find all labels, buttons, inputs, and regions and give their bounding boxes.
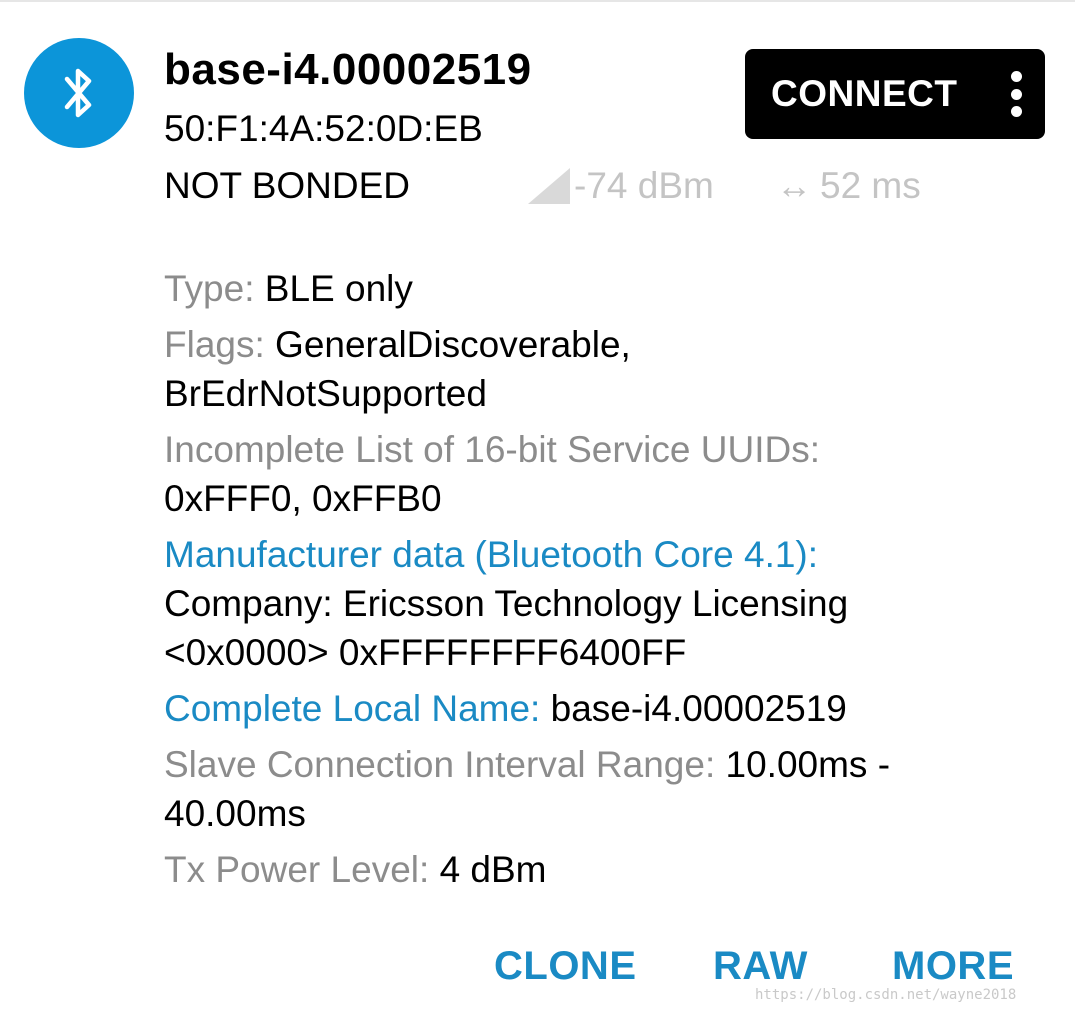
uuids-label: Incomplete List of 16-bit Service UUIDs: bbox=[164, 429, 820, 470]
detail-local-name[interactable]: Complete Local Name: base-i4.00002519 bbox=[164, 684, 1044, 733]
slave-interval-value-line2: 40.00ms bbox=[164, 793, 306, 834]
bluetooth-icon bbox=[24, 38, 134, 148]
type-value: BLE only bbox=[264, 268, 413, 309]
advertising-interval: ↔ 52 ms bbox=[776, 163, 921, 209]
card-actions: CLONE RAW MORE bbox=[0, 938, 1075, 994]
local-name-label[interactable]: Complete Local Name: bbox=[164, 688, 540, 729]
top-divider bbox=[0, 0, 1075, 2]
manufacturer-data-label[interactable]: Manufacturer data (Bluetooth Core 4.1): bbox=[164, 534, 818, 575]
detail-flags: Flags: GeneralDiscoverable, BrEdrNotSupp… bbox=[164, 320, 1044, 418]
flags-value-line1: GeneralDiscoverable, bbox=[275, 324, 631, 365]
watermark: https://blog.csdn.net/wayne2018 bbox=[755, 987, 1017, 1003]
raw-button[interactable]: RAW bbox=[713, 938, 808, 994]
type-label: Type: bbox=[164, 268, 255, 309]
device-name: base-i4.00002519 bbox=[164, 45, 532, 94]
connect-button[interactable]: CONNECT bbox=[745, 49, 1045, 139]
bluetooth-glyph bbox=[64, 68, 92, 118]
detail-manufacturer-data[interactable]: Manufacturer data (Bluetooth Core 4.1): … bbox=[164, 530, 1044, 677]
clone-button[interactable]: CLONE bbox=[494, 938, 637, 994]
tx-power-label: Tx Power Level: bbox=[164, 849, 430, 890]
interval-arrows-icon: ↔ bbox=[776, 165, 812, 206]
rssi-indicator: -74 dBm bbox=[528, 163, 714, 209]
flags-label: Flags: bbox=[164, 324, 265, 365]
manufacturer-payload: <0x0000> 0xFFFFFFFF6400FF bbox=[164, 632, 687, 673]
signal-strength-icon bbox=[528, 168, 570, 204]
bond-state: NOT BONDED bbox=[164, 165, 411, 206]
tx-power-value: 4 dBm bbox=[439, 849, 547, 890]
manufacturer-company: Company: Ericsson Technology Licensing bbox=[164, 583, 849, 624]
more-vert-icon[interactable] bbox=[1009, 71, 1023, 117]
flags-value-line2: BrEdrNotSupported bbox=[164, 373, 487, 414]
slave-interval-value-line1: 10.00ms - bbox=[725, 744, 891, 785]
device-mac-address: 50:F1:4A:52:0D:EB bbox=[164, 108, 483, 149]
detail-tx-power: Tx Power Level: 4 dBm bbox=[164, 845, 1044, 894]
connect-button-label: CONNECT bbox=[771, 73, 958, 114]
interval-value: 52 ms bbox=[820, 165, 921, 206]
uuids-value: 0xFFF0, 0xFFB0 bbox=[164, 478, 442, 519]
local-name-value: base-i4.00002519 bbox=[550, 688, 847, 729]
slave-interval-label: Slave Connection Interval Range: bbox=[164, 744, 716, 785]
detail-slave-interval: Slave Connection Interval Range: 10.00ms… bbox=[164, 740, 1044, 838]
advertisement-details: Type: BLE only Flags: GeneralDiscoverabl… bbox=[164, 264, 1044, 901]
detail-type: Type: BLE only bbox=[164, 264, 1044, 313]
rssi-value: -74 dBm bbox=[574, 165, 714, 206]
more-button[interactable]: MORE bbox=[892, 938, 1014, 994]
detail-service-uuids: Incomplete List of 16-bit Service UUIDs:… bbox=[164, 425, 1044, 523]
